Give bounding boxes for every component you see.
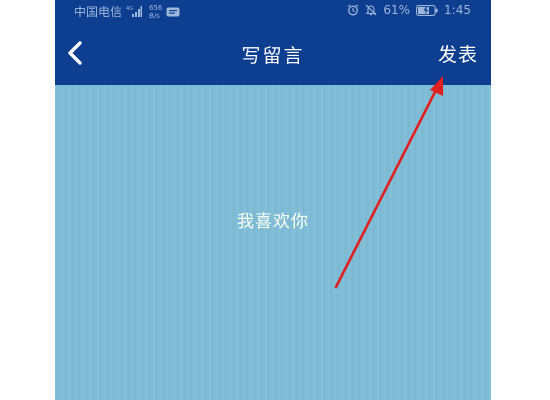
status-bar-left: 中国电信 4G 656 B/s	[74, 3, 180, 20]
nav-bar: 写留言 发表	[55, 22, 491, 85]
net-speed: 656 B/s	[149, 4, 162, 20]
status-bar: 中国电信 4G 656 B/s 61% 1:45	[55, 0, 491, 22]
net-speed-value: 656	[149, 3, 163, 12]
signal-icon: 4G	[126, 6, 143, 17]
battery-charging-icon	[416, 4, 438, 16]
page-title: 写留言	[241, 45, 305, 67]
mute-bell-icon	[365, 4, 377, 16]
alarm-clock-icon	[347, 4, 359, 16]
message-canvas[interactable]: 我喜欢你	[55, 85, 491, 400]
net-speed-unit: B/s	[149, 11, 160, 20]
carrier-name: 中国电信	[74, 5, 123, 19]
message-text: 我喜欢你	[237, 212, 309, 232]
status-bar-right: 61% 1:45	[347, 3, 471, 17]
message-icon	[166, 7, 180, 17]
network-type-label: 4G	[126, 6, 133, 12]
phone-screen: 中国电信 4G 656 B/s 61% 1:45 写留言 发表 我喜欢你	[55, 0, 491, 400]
clock-time: 1:45	[444, 3, 471, 17]
battery-percent: 61%	[383, 3, 411, 17]
publish-button[interactable]: 发表	[438, 40, 478, 67]
